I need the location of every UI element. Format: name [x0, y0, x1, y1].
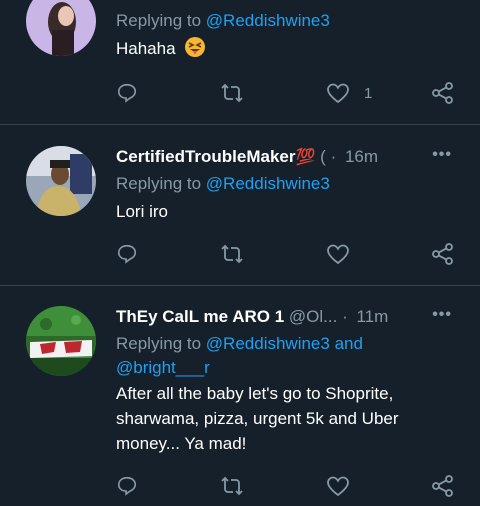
- handle[interactable]: @Ol...: [289, 307, 337, 326]
- tweet-actions: [0, 242, 480, 266]
- like-button[interactable]: [326, 474, 350, 498]
- tweet-header: ThEy CalL me ARO 1 @Ol... · 11m: [116, 305, 480, 329]
- reply-button[interactable]: [116, 474, 138, 498]
- and-text: and: [334, 334, 363, 353]
- reply-icon: [117, 476, 137, 496]
- tweet-3[interactable]: ThEy CalL me ARO 1 @Ol... · 11m ••• Repl…: [0, 286, 480, 506]
- tweet-text: Hahaha: [116, 36, 466, 65]
- retweet-button[interactable]: [220, 81, 244, 105]
- tweet-actions: [0, 474, 480, 498]
- like-button[interactable]: 1: [326, 81, 372, 105]
- separator-dot: ·: [342, 307, 348, 326]
- squinting-face-with-tongue-icon: [184, 36, 206, 65]
- mention-link[interactable]: @bright___r: [116, 358, 210, 377]
- retweet-button[interactable]: [220, 474, 244, 498]
- share-button[interactable]: [431, 81, 455, 105]
- avatar[interactable]: [26, 306, 96, 376]
- reply-button[interactable]: [116, 81, 138, 105]
- replying-to: Replying to @Reddishwine3: [116, 172, 330, 196]
- tweet-text-content: Hahaha: [116, 39, 176, 58]
- share-button[interactable]: [431, 474, 455, 498]
- retweet-button[interactable]: [220, 242, 244, 266]
- replying-prefix: Replying to: [116, 174, 202, 193]
- heart-icon: [327, 244, 349, 265]
- reply-icon: [117, 83, 137, 103]
- heart-icon: [327, 83, 349, 104]
- more-icon[interactable]: •••: [432, 146, 452, 164]
- tweet-1[interactable]: Replying to @Reddishwine3 Hahaha 1: [0, 0, 480, 124]
- retweet-icon: [221, 476, 243, 496]
- like-button[interactable]: [326, 242, 350, 266]
- replying-to: Replying to @Reddishwine3 and @bright___…: [116, 332, 466, 380]
- tweet-text: Lori iro: [116, 202, 168, 221]
- mention-link[interactable]: @Reddishwine3: [206, 11, 330, 30]
- heart-icon: [327, 476, 349, 497]
- separator-dot: ·: [330, 147, 337, 166]
- tweet-actions: 1: [0, 81, 480, 105]
- retweet-icon: [221, 244, 243, 264]
- tweet-header: CertifiedTroubleMaker💯 ( · 16m: [116, 145, 480, 169]
- reply-icon: [117, 244, 137, 264]
- reply-button[interactable]: [116, 242, 138, 266]
- replying-prefix: Replying to: [116, 11, 202, 30]
- share-button[interactable]: [431, 242, 455, 266]
- retweet-icon: [221, 83, 243, 103]
- hundred-points-icon: 💯: [295, 149, 316, 166]
- more-icon[interactable]: •••: [432, 306, 452, 324]
- like-count: 1: [364, 84, 373, 102]
- avatar[interactable]: [26, 0, 96, 56]
- tweet-text: After all the baby let's go to Shoprite,…: [116, 384, 399, 453]
- avatar[interactable]: [26, 146, 96, 216]
- display-name[interactable]: CertifiedTroubleMaker: [116, 147, 296, 166]
- share-icon: [432, 82, 453, 104]
- share-icon: [432, 243, 453, 265]
- timestamp[interactable]: 16m: [345, 147, 378, 166]
- timestamp[interactable]: 11m: [356, 307, 388, 326]
- display-name[interactable]: ThEy CalL me ARO 1: [116, 307, 284, 326]
- replying-to: Replying to @Reddishwine3: [116, 9, 330, 33]
- replying-prefix: Replying to: [116, 334, 202, 353]
- handle[interactable]: (: [320, 147, 326, 166]
- mention-link[interactable]: @Reddishwine3: [206, 174, 330, 193]
- tweet-2[interactable]: CertifiedTroubleMaker💯 ( · 16m ••• Reply…: [0, 125, 480, 285]
- mention-link[interactable]: @Reddishwine3: [206, 334, 330, 353]
- share-icon: [432, 475, 453, 497]
